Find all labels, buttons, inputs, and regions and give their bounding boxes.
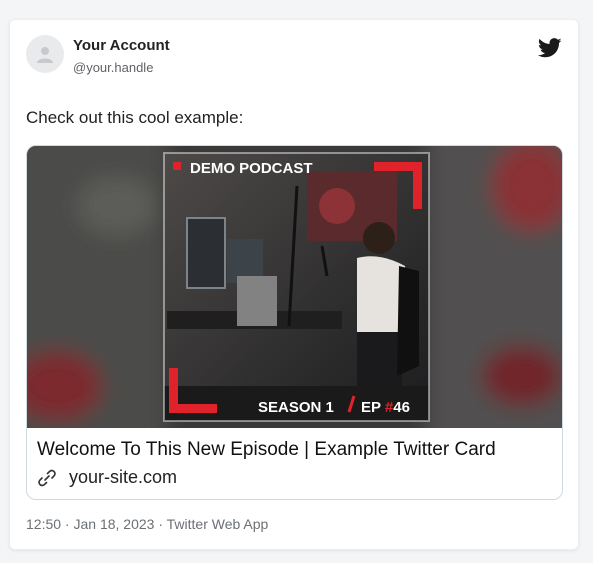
- avatar[interactable]: [26, 35, 64, 73]
- card-domain[interactable]: your-site.com: [69, 467, 177, 488]
- card-title[interactable]: Welcome To This New Episode | Example Tw…: [37, 439, 496, 461]
- link-icon: [38, 469, 56, 486]
- account-name[interactable]: Your Account: [73, 37, 170, 54]
- user-placeholder-icon: [37, 47, 53, 63]
- tweet-text: Check out this cool example:: [26, 108, 244, 127]
- account-handle[interactable]: @your.handle: [73, 60, 153, 75]
- episode-prefix: EP: [361, 399, 381, 416]
- tweet-card: Your Account @your.handle Check out this…: [9, 19, 579, 550]
- tweet-meta[interactable]: 12:50 · Jan 18, 2023 · Twitter Web App: [26, 516, 268, 532]
- card-image[interactable]: DEMO PODCAST SEASON 1 EP #46: [27, 146, 563, 428]
- podcast-cover: [163, 152, 430, 422]
- podcast-name: DEMO PODCAST: [190, 160, 313, 177]
- card-link-row[interactable]: your-site.com: [37, 467, 177, 488]
- episode-number: 46: [393, 399, 410, 416]
- link-card[interactable]: DEMO PODCAST SEASON 1 EP #46 Welcome To …: [26, 145, 563, 500]
- season-label: SEASON 1: [258, 399, 334, 416]
- twitter-bird-icon[interactable]: [538, 38, 562, 58]
- episode-label: EP #46: [361, 399, 410, 416]
